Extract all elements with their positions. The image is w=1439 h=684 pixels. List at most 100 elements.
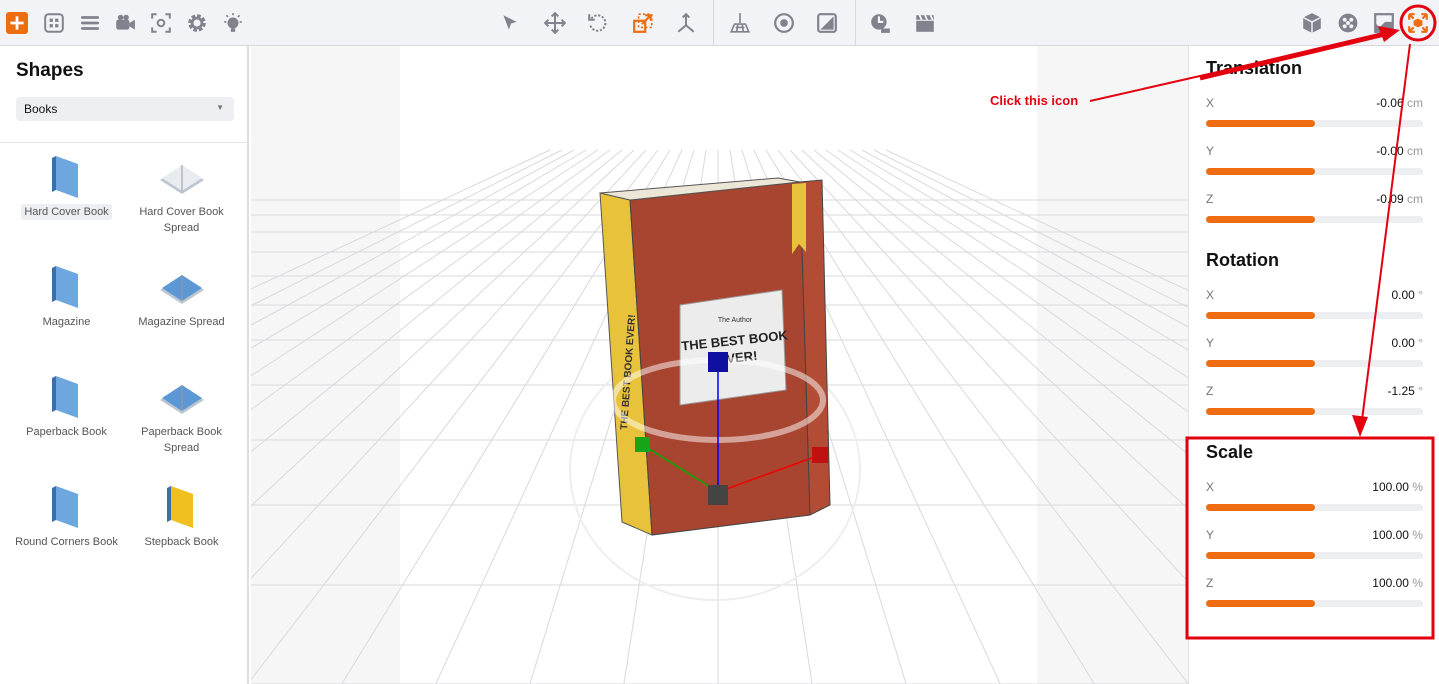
y-axis-handle[interactable] [708,352,728,372]
rotation-z-row: Z -1.25 ° [1206,384,1423,415]
add-shape-icon[interactable] [6,12,28,34]
gear-icon[interactable] [185,11,209,35]
rotate-icon[interactable] [586,11,610,35]
shape-item[interactable]: Paperback Book [9,372,124,440]
scale-x-row: X 100.00 % [1206,480,1423,511]
shapes-panel: Shapes Books ▼ Hard Cover Book Hard Cover … [0,46,249,684]
book-icon [51,376,78,418]
shape-item[interactable]: Hard Cover Book Spread [124,152,239,236]
value-text: 100.00 [1372,480,1409,494]
rotation-x-value[interactable]: 0.00 ° [1391,288,1423,302]
rotation-z-slider[interactable] [1206,408,1423,415]
scale-y-slider[interactable] [1206,552,1423,559]
transform-icon[interactable] [1406,11,1430,35]
shape-label: Paperback Book Spread [141,426,222,454]
axis-label: X [1206,480,1215,494]
panel-title: Shapes [16,60,84,81]
camera-icon[interactable] [113,11,137,35]
slider-fill [1206,552,1315,559]
axes-icon[interactable] [674,11,698,35]
slider-fill [1206,216,1315,223]
properties-panel: Translation X -0.06 cm Y -0.00 cm Z -0.0… [1188,46,1439,684]
move-icon[interactable] [543,11,567,35]
shape-label: Magazine [42,316,91,328]
scene[interactable]: The Author THE BEST BOOK EVER! THE BEST … [251,46,1188,684]
scale-y-row: Y 100.00 % [1206,528,1423,559]
material-icon[interactable] [1336,11,1360,35]
value-text: -0.00 [1376,144,1404,158]
value-text: 0.00 [1391,288,1415,302]
unit: cm [1407,192,1423,206]
floor-grid-icon[interactable] [728,11,752,35]
center-handle[interactable] [708,485,728,505]
slider-fill [1206,120,1315,127]
slider-fill [1206,600,1315,607]
shape-item[interactable]: Stepback Book [124,482,239,550]
annotation-text: Click this icon [990,93,1079,108]
unit: % [1412,528,1423,542]
divider [0,142,249,143]
cube-icon[interactable] [1300,11,1324,35]
orbit-icon[interactable] [772,11,796,35]
z-axis-handle[interactable] [635,437,650,452]
axis-label: X [1206,96,1215,110]
shape-label: Hard Cover Book Spread [139,206,224,234]
translation-z-slider[interactable] [1206,216,1423,223]
axis-label: Z [1206,576,1214,590]
translation-x-slider[interactable] [1206,120,1423,127]
light-icon[interactable] [221,11,245,35]
value-text: -0.06 [1376,96,1404,110]
value-text: -0.09 [1376,192,1404,206]
texture-icon[interactable] [815,11,839,35]
axis-label: X [1206,288,1215,302]
translation-x-row: X -0.06 cm [1206,96,1423,127]
clapper-icon[interactable] [913,11,937,35]
rotation-y-value[interactable]: 0.00 ° [1391,336,1423,350]
shape-label: Hard Cover Book [21,204,112,220]
translation-x-value[interactable]: -0.06 cm [1376,96,1423,110]
menu-list-icon[interactable] [78,11,102,35]
select-pointer-icon[interactable] [498,11,522,35]
scale-z-slider[interactable] [1206,600,1423,607]
shape-item[interactable]: Hard Cover Book [9,152,124,220]
shape-item[interactable]: Magazine Spread [124,262,239,330]
shape-label: Paperback Book [26,426,107,438]
rotation-y-slider[interactable] [1206,360,1423,367]
value-text: 100.00 [1372,576,1409,590]
rotation-y-row: Y 0.00 ° [1206,336,1423,367]
shape-item[interactable]: Round Corners Book [9,482,124,550]
rotation-x-row: X 0.00 ° [1206,288,1423,319]
timer-icon[interactable] [868,11,892,35]
scale-z-value[interactable]: 100.00 % [1372,576,1423,590]
shape-item[interactable]: Paperback Book Spread [124,372,239,456]
translation-z-value[interactable]: -0.09 cm [1376,192,1423,206]
translation-y-slider[interactable] [1206,168,1423,175]
chevron-down-icon: ▼ [216,103,224,112]
image-icon[interactable] [1372,11,1396,35]
axis-label: Y [1206,528,1215,542]
rotation-z-value[interactable]: -1.25 ° [1387,384,1423,398]
shape-label: Round Corners Book [15,536,118,548]
category-select[interactable]: Books ▼ [16,97,234,121]
rotation-x-slider[interactable] [1206,312,1423,319]
shape-item[interactable]: Magazine [9,262,124,330]
x-axis-handle[interactable] [812,447,828,463]
translation-y-value[interactable]: -0.00 cm [1376,144,1423,158]
unit: ° [1418,336,1423,350]
slider-fill [1206,504,1315,511]
scale-x-value[interactable]: 100.00 % [1372,480,1423,494]
focus-icon[interactable] [149,11,173,35]
axis-label: Y [1206,144,1215,158]
shape-label: Stepback Book [144,536,219,548]
scale-y-value[interactable]: 100.00 % [1372,528,1423,542]
book-icon [51,156,78,198]
scale-icon[interactable] [631,11,655,35]
book-model[interactable]: The Author THE BEST BOOK EVER! THE BEST … [599,177,831,536]
slider-fill [1206,360,1315,367]
layout-grid-icon[interactable] [42,11,66,35]
value-text: -1.25 [1387,384,1415,398]
toolbar [0,0,1439,46]
3d-viewport[interactable]: The Author THE BEST BOOK EVER! THE BEST … [251,46,1188,684]
scale-x-slider[interactable] [1206,504,1423,511]
unit: cm [1407,96,1423,110]
